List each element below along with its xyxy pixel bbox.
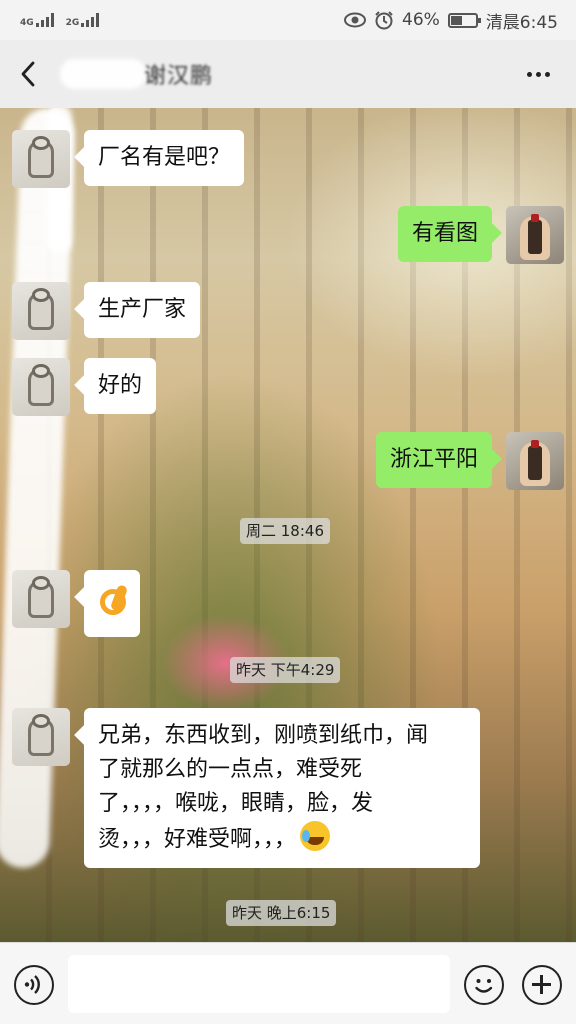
crying-laughing-emoji xyxy=(300,821,331,851)
chat-message-list[interactable]: 厂名有是吧？ 有看图 生产厂家 好的 浙江平阳 周二 18:46 昨天 下午4:… xyxy=(0,108,576,942)
status-bar: 4G 2G 46% 清晨6:45 xyxy=(0,0,576,40)
contact-avatar[interactable] xyxy=(12,282,70,340)
message-bubble-incoming[interactable]: 生产厂家 xyxy=(84,282,201,338)
more-options-button[interactable] xyxy=(522,58,554,90)
network-type-1: 4G xyxy=(20,18,34,28)
contact-avatar[interactable] xyxy=(12,130,70,188)
message-bubble-outgoing[interactable]: 浙江平阳 xyxy=(375,432,492,488)
message-text-line: 烫，，，好难受啊，，， xyxy=(98,827,297,852)
battery-icon xyxy=(447,12,481,28)
contact-avatar[interactable] xyxy=(12,708,70,766)
contact-avatar[interactable] xyxy=(12,358,70,416)
signal-2: 2G xyxy=(65,13,100,28)
signal-1: 4G xyxy=(20,13,54,28)
chevron-left-icon xyxy=(21,61,35,87)
message-bubble-incoming[interactable]: 厂名有是吧？ xyxy=(84,130,245,186)
message-text: 浙江平阳 xyxy=(389,447,478,472)
alarm-icon xyxy=(375,11,393,30)
eye-icon xyxy=(344,12,367,28)
message-bubble-incoming[interactable]: 兄弟，东西收到，刚喷到纸巾，闻 了就那么的一点点，难受死 了，，，，喉咙，眼睛，… xyxy=(84,708,480,868)
battery-percent: 46% xyxy=(402,10,440,30)
network-type-2: 2G xyxy=(65,18,80,28)
message-text: 有看图 xyxy=(411,221,478,246)
clock: 清晨6:45 xyxy=(485,12,558,33)
my-avatar[interactable] xyxy=(506,206,564,264)
message-bubble-incoming[interactable]: 好的 xyxy=(84,358,157,414)
more-dots-icon xyxy=(526,71,532,77)
message-text: 生产厂家 xyxy=(98,297,187,322)
voice-icon xyxy=(24,975,40,994)
message-bubble-outgoing[interactable]: 有看图 xyxy=(397,206,492,262)
emoji-icon xyxy=(475,979,493,993)
timestamp: 周二 18:46 xyxy=(240,518,330,544)
message-text: 厂名有是吧？ xyxy=(98,145,231,170)
signal-bars-icon xyxy=(35,13,54,27)
message-text-line: 了就那么的一点点，难受死 xyxy=(98,757,363,782)
voice-button[interactable] xyxy=(14,965,54,1005)
contact-avatar[interactable] xyxy=(12,570,70,628)
chat-title: 谢汉鹏 xyxy=(60,58,213,90)
signal-bars-icon xyxy=(81,13,100,27)
message-text: 好的 xyxy=(98,373,143,398)
message-text-line: 兄弟，东西收到，刚喷到纸巾，闻 xyxy=(98,723,429,748)
status-right: 46% 清晨6:45 xyxy=(344,8,558,33)
message-input[interactable] xyxy=(68,955,450,1013)
contact-name: 谢汉鹏 xyxy=(144,64,214,89)
ok-hand-emoji xyxy=(96,581,128,615)
back-button[interactable] xyxy=(0,40,56,108)
timestamp: 昨天 晚上6:15 xyxy=(226,900,337,926)
timestamp: 昨天 下午4:29 xyxy=(230,657,341,683)
input-bar xyxy=(0,942,576,1024)
chat-header: 谢汉鹏 xyxy=(0,40,576,108)
plus-button[interactable] xyxy=(522,965,562,1005)
message-bubble-incoming[interactable] xyxy=(84,570,140,637)
emoji-button[interactable] xyxy=(464,965,504,1005)
my-avatar[interactable] xyxy=(506,432,564,490)
redaction-mark xyxy=(60,59,146,89)
message-text-line: 了，，，，喉咙，眼睛，脸，发 xyxy=(98,791,374,816)
network-indicators: 4G 2G xyxy=(20,13,100,28)
